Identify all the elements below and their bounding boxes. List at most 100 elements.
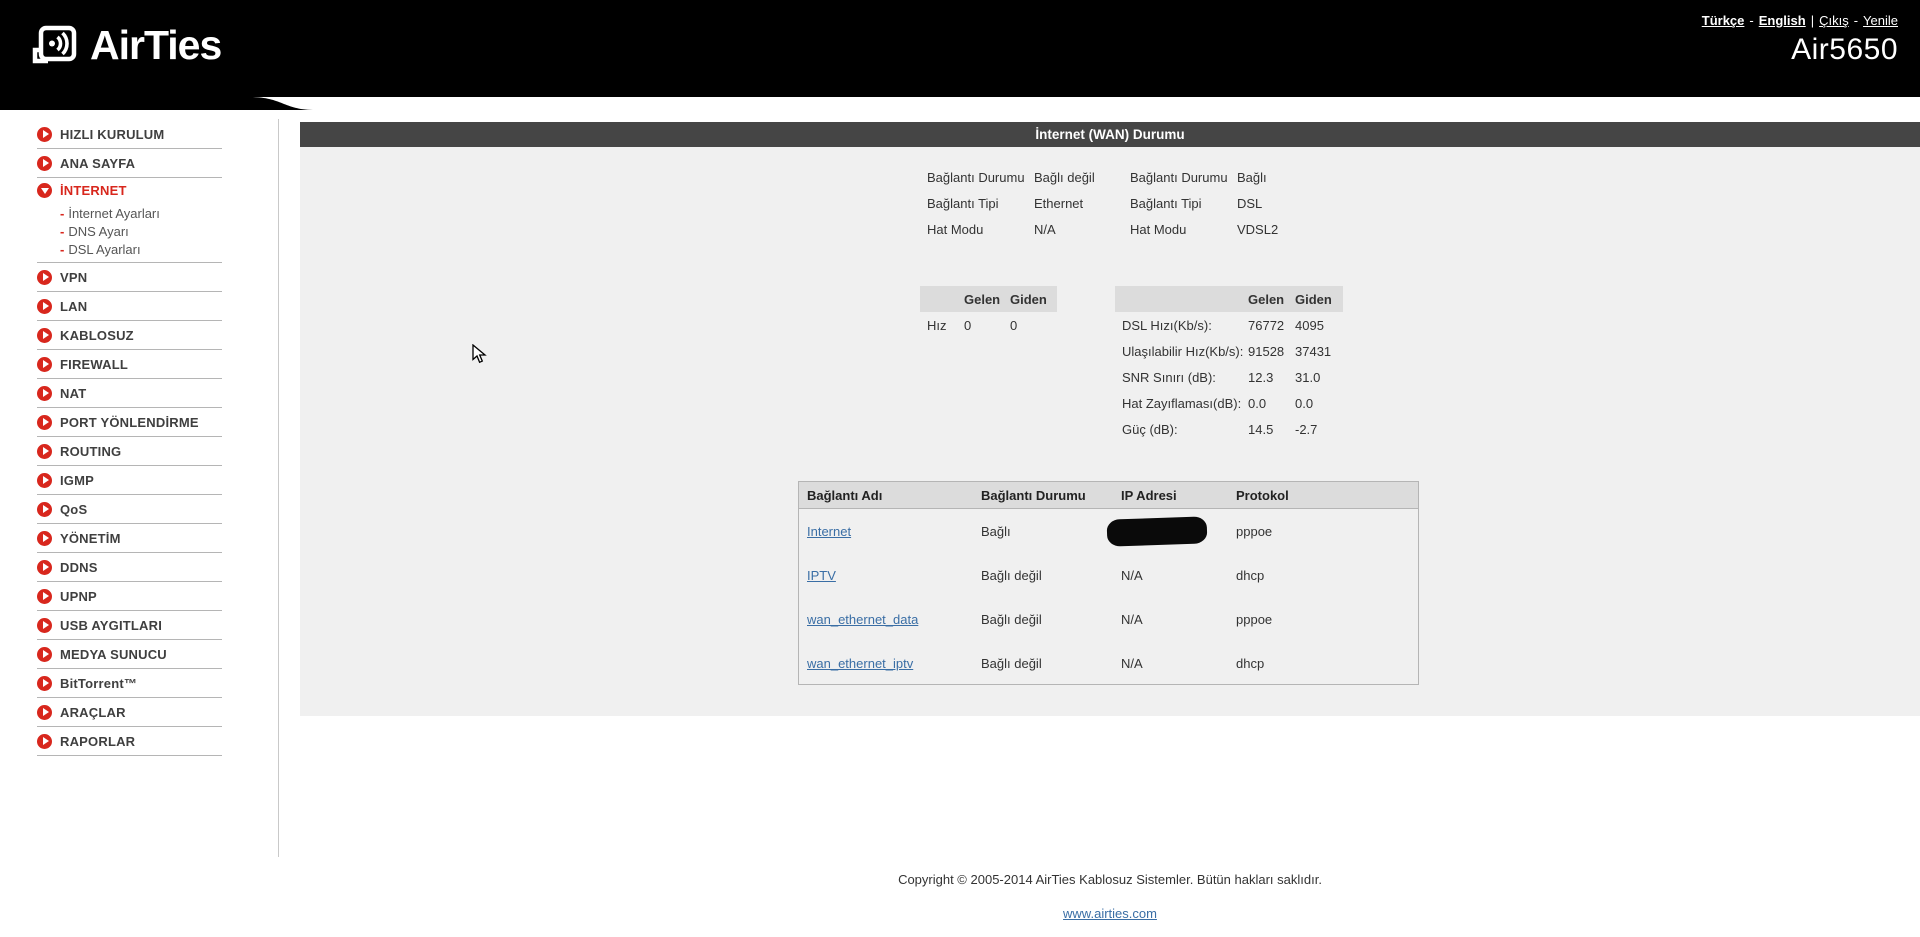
sidebar-item-kablosuz[interactable]: KABLOSUZ bbox=[37, 321, 222, 350]
arrow-right-circle-icon bbox=[37, 443, 52, 459]
table-row: IPTV Bağlı değil N/A dhcp bbox=[799, 553, 1418, 597]
connection-status: Bağlı değil bbox=[981, 655, 1042, 671]
status-value: Ethernet bbox=[1034, 196, 1084, 211]
connection-ip: N/A bbox=[1121, 567, 1143, 583]
status-value: VDSL2 bbox=[1237, 222, 1279, 237]
connection-status: Bağlı bbox=[981, 523, 1011, 539]
gelen-value: 0 bbox=[964, 317, 972, 333]
connection-status: Bağlı değil bbox=[981, 611, 1042, 627]
column-header-name: Bağlantı Adı bbox=[807, 487, 883, 503]
arrow-right-circle-icon bbox=[37, 327, 52, 343]
status-label: Bağlantı Tipi bbox=[927, 196, 999, 211]
dsl-stats-table: Gelen Giden DSL Hızı(Kb/s): 76772 4095 U… bbox=[1115, 286, 1343, 442]
arrow-right-circle-icon bbox=[37, 588, 52, 604]
dsl-table-row: Hat Zayıflaması(dB): 0.0 0.0 bbox=[1115, 390, 1343, 416]
wan-status-dsl: Bağlantı Durumu Bağlı Bağlantı Tipi DSL Ha… bbox=[1130, 165, 1278, 243]
dsl-table-header: Gelen Giden bbox=[1115, 286, 1343, 312]
status-label: Bağlantı Durumu bbox=[927, 170, 1025, 185]
header-links: Türkçe - English | Çıkış - Yenile bbox=[1702, 13, 1898, 28]
arrow-right-circle-icon bbox=[37, 646, 52, 662]
gelen-value: 14.5 bbox=[1248, 421, 1274, 437]
header-curve-shape bbox=[0, 97, 316, 110]
arrow-right-circle-icon bbox=[37, 704, 52, 720]
redacted-ip-blob bbox=[1106, 516, 1208, 547]
sidebar-item-ddns[interactable]: DDNS bbox=[37, 553, 222, 582]
brand-name: AirTies bbox=[90, 22, 222, 68]
sidebar-divider bbox=[278, 119, 279, 857]
giden-value: 0.0 bbox=[1295, 395, 1314, 411]
sidebar-item-firewall[interactable]: FIREWALL bbox=[37, 350, 222, 379]
giden-value: -2.7 bbox=[1295, 421, 1318, 437]
submenu-item-dsl-ayarlari[interactable]: - DSL Ayarları bbox=[60, 240, 222, 258]
dsl-table-row: Güç (dB): 14.5 -2.7 bbox=[1115, 416, 1343, 442]
language-link-english[interactable]: English bbox=[1759, 13, 1806, 28]
sidebar-item-internet[interactable]: İNTERNET - İnternet Ayarları - DNS Ayarı -… bbox=[37, 178, 222, 263]
sidebar-item-nat[interactable]: NAT bbox=[37, 379, 222, 408]
row-label: Ulaşılabilir Hız(Kb/s): bbox=[1122, 343, 1244, 359]
refresh-link[interactable]: Yenile bbox=[1863, 13, 1898, 28]
column-header-giden: Giden bbox=[1295, 291, 1332, 307]
status-value: Bağlı değil bbox=[1034, 170, 1095, 185]
connection-ip: N/A bbox=[1121, 611, 1143, 627]
connection-link-wan-ethernet-data[interactable]: wan_ethernet_data bbox=[807, 612, 918, 627]
arrow-right-circle-icon bbox=[37, 617, 52, 633]
arrow-right-circle-icon bbox=[37, 530, 52, 546]
sidebar-item-hizli-kurulum[interactable]: HIZLI KURULUM bbox=[37, 120, 222, 149]
airties-website-link[interactable]: www.airties.com bbox=[1063, 906, 1157, 921]
status-value: Bağlı bbox=[1237, 170, 1267, 185]
sidebar-item-yonetim[interactable]: YÖNETİM bbox=[37, 524, 222, 553]
gelen-value: 76772 bbox=[1248, 317, 1285, 333]
airties-logo-icon bbox=[32, 25, 77, 63]
status-label: Hat Modu bbox=[927, 222, 984, 237]
traffic-table-header: Gelen Giden bbox=[920, 286, 1057, 312]
status-label: Bağlantı Tipi bbox=[1130, 196, 1202, 211]
connection-protocol: dhcp bbox=[1236, 655, 1265, 671]
separator: - bbox=[1853, 13, 1859, 28]
sidebar-item-usb-aygitlari[interactable]: USB AYGITLARI bbox=[37, 611, 222, 640]
arrow-right-circle-icon bbox=[37, 675, 52, 691]
arrow-right-circle-icon bbox=[37, 472, 52, 488]
status-value: N/A bbox=[1034, 222, 1056, 237]
column-header-gelen: Gelen bbox=[964, 291, 1001, 307]
row-label: SNR Sınırı (dB): bbox=[1122, 369, 1216, 385]
sidebar-item-medya-sunucu[interactable]: MEDYA SUNUCU bbox=[37, 640, 222, 669]
logout-link[interactable]: Çıkış bbox=[1819, 13, 1849, 28]
sidebar-item-igmp[interactable]: IGMP bbox=[37, 466, 222, 495]
table-row: wan_ethernet_iptv Bağlı değil N/A dhcp bbox=[799, 641, 1418, 685]
language-link-turkish[interactable]: Türkçe bbox=[1702, 13, 1745, 28]
table-row: Internet Bağlı pppoe bbox=[799, 509, 1418, 553]
connection-protocol: pppoe bbox=[1236, 611, 1273, 627]
connection-link-internet[interactable]: Internet bbox=[807, 524, 851, 539]
submenu-item-dns-ayari[interactable]: - DNS Ayarı bbox=[60, 222, 222, 240]
sidebar-item-routing[interactable]: ROUTING bbox=[37, 437, 222, 466]
dsl-table-row: Ulaşılabilir Hız(Kb/s): 91528 37431 bbox=[1115, 338, 1343, 364]
giden-value: 37431 bbox=[1295, 343, 1332, 359]
copyright-text: Copyright © 2005-2014 AirTies Kablosuz S… bbox=[898, 872, 1322, 887]
airties-logo: AirTies bbox=[32, 22, 222, 69]
submenu-item-internet-ayarlari[interactable]: - İnternet Ayarları bbox=[60, 204, 222, 222]
arrow-down-circle-icon bbox=[37, 182, 52, 198]
sidebar-item-vpn[interactable]: VPN bbox=[37, 263, 222, 292]
column-header-protocol: Protokol bbox=[1236, 487, 1289, 503]
row-label: DSL Hızı(Kb/s): bbox=[1122, 317, 1212, 333]
connection-link-wan-ethernet-iptv[interactable]: wan_ethernet_iptv bbox=[807, 656, 913, 671]
arrow-right-circle-icon bbox=[37, 733, 52, 749]
connections-table: Bağlantı Adı Bağlantı Durumu IP Adresi P… bbox=[798, 481, 1419, 685]
sidebar-item-araclar[interactable]: ARAÇLAR bbox=[37, 698, 222, 727]
top-header: AirTies Türkçe - English | Çıkış - Yenile Air5… bbox=[0, 0, 1920, 97]
sidebar-item-ana-sayfa[interactable]: ANA SAYFA bbox=[37, 149, 222, 178]
row-label: Hat Zayıflaması(dB): bbox=[1122, 395, 1242, 411]
sidebar-item-bittorrent[interactable]: BitTorrent™ bbox=[37, 669, 222, 698]
connection-protocol: dhcp bbox=[1236, 567, 1265, 583]
sidebar-item-lan[interactable]: LAN bbox=[37, 292, 222, 321]
column-header-status: Bağlantı Durumu bbox=[981, 487, 1086, 503]
sidebar-item-internet-row[interactable]: İNTERNET bbox=[37, 178, 222, 202]
sidebar-item-port-yonlendirme[interactable]: PORT YÖNLENDİRME bbox=[37, 408, 222, 437]
sidebar-item-raporlar[interactable]: RAPORLAR bbox=[37, 727, 222, 756]
sidebar-item-upnp[interactable]: UPNP bbox=[37, 582, 222, 611]
connection-link-iptv[interactable]: IPTV bbox=[807, 568, 836, 583]
dsl-table-row: DSL Hızı(Kb/s): 76772 4095 bbox=[1115, 312, 1343, 338]
footer-link-wrap: www.airties.com bbox=[300, 906, 1920, 921]
connection-protocol: pppoe bbox=[1236, 523, 1273, 539]
sidebar-item-qos[interactable]: QoS bbox=[37, 495, 222, 524]
